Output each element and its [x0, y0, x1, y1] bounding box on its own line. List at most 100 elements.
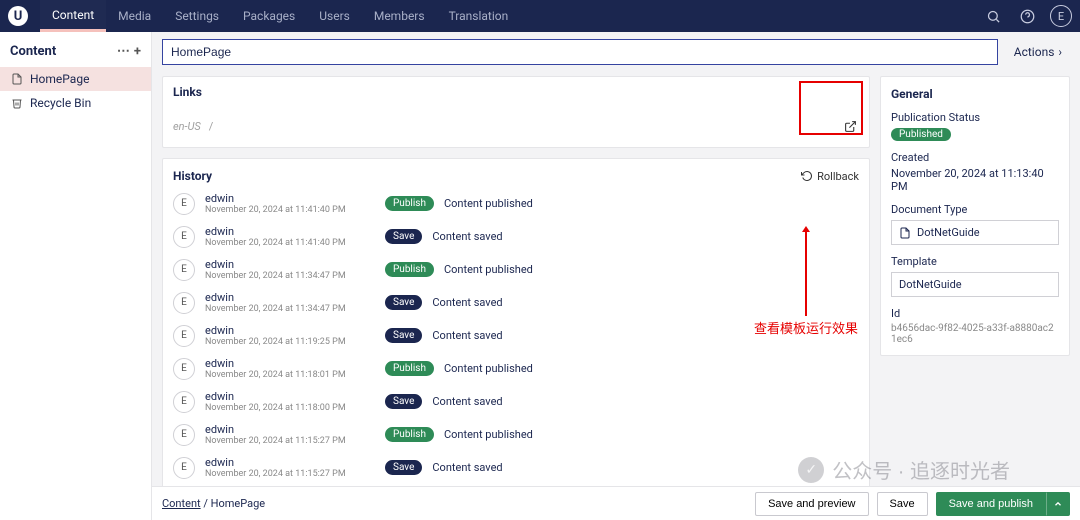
general-panel: General Publication Status Published Cre… — [880, 76, 1070, 356]
editor-main: Actions › Links en-US / — [152, 32, 1080, 520]
save-publish-button[interactable]: Save and publish — [936, 492, 1046, 516]
history-user-avatar: E — [173, 226, 195, 248]
history-row: EedwinNovember 20, 2024 at 11:18:01 PMPu… — [163, 352, 869, 385]
created-value: November 20, 2024 at 11:13:40 PM — [891, 167, 1059, 193]
history-row: EedwinNovember 20, 2024 at 11:18:00 PM Sa… — [163, 385, 869, 418]
history-action-badge: Save — [385, 460, 422, 475]
history-date: November 20, 2024 at 11:41:40 PM — [205, 205, 375, 215]
history-user: edwin — [205, 456, 375, 469]
doctype-label: Document Type — [891, 203, 1059, 216]
history-row: EedwinNovember 20, 2024 at 11:41:40 PMPu… — [163, 187, 869, 220]
search-icon[interactable] — [982, 5, 1004, 27]
history-user-avatar: E — [173, 259, 195, 281]
history-message: Content saved — [432, 329, 502, 342]
chevron-up-icon — [1053, 499, 1063, 509]
history-action-badge: Publish — [385, 361, 434, 376]
history-message: Content saved — [432, 230, 502, 243]
open-link-icon[interactable] — [841, 117, 859, 135]
links-title: Links — [163, 77, 869, 107]
history-user: edwin — [205, 423, 375, 436]
logo-icon[interactable]: U — [8, 6, 28, 26]
history-date: November 20, 2024 at 11:34:47 PM — [205, 304, 375, 314]
breadcrumb: Content / HomePage — [162, 497, 265, 510]
editor-footer: Content / HomePage Save and preview Save… — [152, 486, 1080, 520]
history-user: edwin — [205, 390, 375, 403]
tree-item-recycle-bin[interactable]: Recycle Bin — [0, 91, 151, 115]
document-icon — [899, 227, 911, 239]
tree-options-icon[interactable]: ⋯ — [117, 44, 130, 59]
save-publish-dropdown[interactable] — [1046, 492, 1070, 516]
pubstatus-value: Published — [891, 128, 951, 141]
template-label: Template — [891, 255, 1059, 268]
history-user-avatar: E — [173, 292, 195, 314]
history-panel: History Rollback EedwinNovember 20, 2024… — [162, 158, 870, 486]
history-message: Content saved — [432, 461, 502, 474]
doctype-selector[interactable]: DotNetGuide — [891, 220, 1059, 245]
tree-add-icon[interactable]: + — [134, 44, 141, 59]
history-action-badge: Save — [385, 295, 422, 310]
tree-item-homepage[interactable]: HomePage — [0, 67, 151, 91]
created-label: Created — [891, 151, 1059, 164]
history-date: November 20, 2024 at 11:34:47 PM — [205, 271, 375, 281]
history-user-avatar: E — [173, 457, 195, 479]
history-action-badge: Publish — [385, 196, 434, 211]
save-button[interactable]: Save — [877, 492, 928, 516]
history-action-badge: Publish — [385, 262, 434, 277]
save-preview-button[interactable]: Save and preview — [755, 492, 868, 516]
history-message: Content published — [444, 197, 533, 210]
history-row: EedwinNovember 20, 2024 at 11:41:40 PMSa… — [163, 220, 869, 253]
history-user-avatar: E — [173, 391, 195, 413]
breadcrumb-current: HomePage — [211, 497, 265, 510]
section-tab-users[interactable]: Users — [307, 0, 362, 32]
links-panel: Links en-US / — [162, 76, 870, 148]
section-tab-settings[interactable]: Settings — [163, 0, 231, 32]
history-user-avatar: E — [173, 358, 195, 380]
section-tab-packages[interactable]: Packages — [231, 0, 307, 32]
tree-node-icon — [10, 72, 24, 86]
actions-dropdown[interactable]: Actions › — [1006, 45, 1070, 59]
user-avatar[interactable]: E — [1050, 5, 1072, 27]
tree-sidebar: Content ⋯ + HomePageRecycle Bin — [0, 32, 152, 520]
section-tab-translation[interactable]: Translation — [437, 0, 521, 32]
section-tab-content[interactable]: Content — [40, 0, 106, 32]
node-name-input[interactable] — [162, 39, 998, 65]
history-date: November 20, 2024 at 11:15:27 PM — [205, 469, 375, 479]
history-user-avatar: E — [173, 325, 195, 347]
help-icon[interactable] — [1016, 5, 1038, 27]
chevron-right-icon: › — [1058, 45, 1062, 59]
history-title: History — [173, 169, 212, 183]
id-value: b4656dac-9f82-4025-a33f-a8880ac21ec6 — [891, 323, 1059, 345]
history-date: November 20, 2024 at 11:18:00 PM — [205, 403, 375, 413]
tree-node-icon — [10, 96, 24, 110]
sidebar-title: Content — [10, 44, 56, 59]
section-tabs: ContentMediaSettingsPackagesUsersMembers… — [40, 0, 520, 32]
general-title: General — [891, 87, 1059, 101]
id-label: Id — [891, 307, 1059, 320]
section-tab-media[interactable]: Media — [106, 0, 163, 32]
history-message: Content published — [444, 263, 533, 276]
history-user: edwin — [205, 291, 375, 304]
history-date: November 20, 2024 at 11:15:27 PM — [205, 436, 375, 446]
history-message: Content saved — [432, 395, 502, 408]
history-date: November 20, 2024 at 11:41:40 PM — [205, 238, 375, 248]
history-row: EedwinNovember 20, 2024 at 11:15:27 PM Sa… — [163, 451, 869, 484]
history-user: edwin — [205, 258, 375, 271]
history-user-avatar: E — [173, 193, 195, 215]
history-action-badge: Publish — [385, 427, 434, 442]
history-action-badge: Save — [385, 328, 422, 343]
breadcrumb-root[interactable]: Content — [162, 497, 201, 510]
history-action-badge: Save — [385, 229, 422, 244]
section-tab-members[interactable]: Members — [362, 0, 437, 32]
history-action-badge: Save — [385, 394, 422, 409]
history-row: EedwinNovember 20, 2024 at 11:15:27 PMPu… — [163, 418, 869, 451]
history-row: EedwinNovember 20, 2024 at 11:34:47 PM Sa… — [163, 286, 869, 319]
link-path: / — [209, 120, 214, 133]
template-selector[interactable]: DotNetGuide — [891, 272, 1059, 297]
history-user: edwin — [205, 324, 375, 337]
top-navigation: U ContentMediaSettingsPackagesUsersMembe… — [0, 0, 1080, 32]
pubstatus-label: Publication Status — [891, 111, 1059, 124]
history-date: November 20, 2024 at 11:18:01 PM — [205, 370, 375, 380]
rollback-button[interactable]: Rollback — [801, 170, 859, 183]
rollback-icon — [801, 170, 813, 182]
history-message: Content published — [444, 362, 533, 375]
